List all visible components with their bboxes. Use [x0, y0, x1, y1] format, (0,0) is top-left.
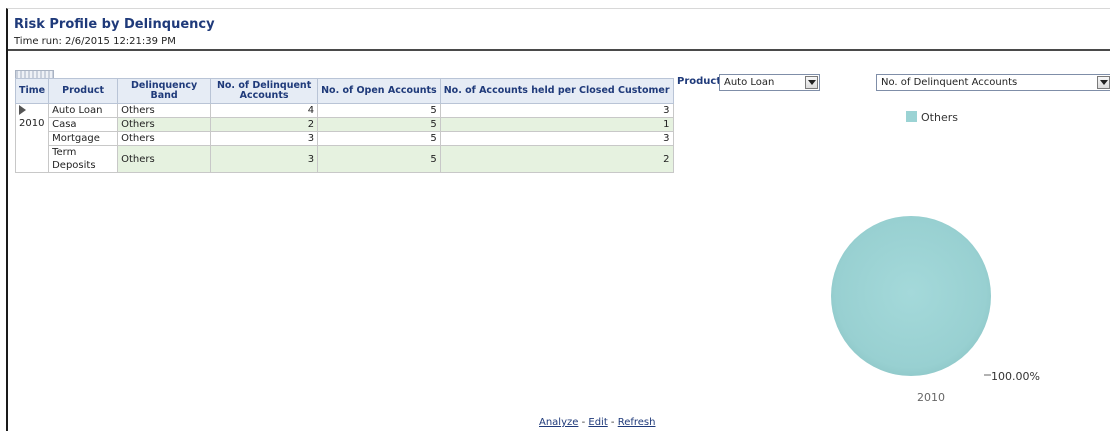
- table-tab-handle[interactable]: [15, 70, 54, 78]
- pivot-table: Time Product Delinquency Band No. of Del…: [14, 78, 674, 173]
- open-cell: 5: [317, 117, 441, 132]
- pie-x-label: 2010: [917, 391, 945, 404]
- product-select-value: Auto Loan: [724, 77, 775, 88]
- delinquent-cell: 3: [210, 131, 319, 146]
- delinquent-cell: 3: [210, 145, 319, 173]
- pie-slice[interactable]: [831, 216, 991, 376]
- table-header-row: Time Product Delinquency Band No. of Del…: [14, 78, 674, 104]
- product-cell: Auto Loan: [48, 103, 119, 118]
- band-cell: Others: [117, 117, 212, 132]
- table-row: Casa Others 2 5 1: [16, 117, 674, 132]
- header-time[interactable]: Time: [14, 78, 50, 104]
- table-row: Mortgage Others 3 5 3: [16, 131, 674, 146]
- product-cell: Casa: [48, 117, 119, 132]
- year-cell: 2010: [19, 118, 45, 129]
- band-cell: Others: [117, 131, 212, 146]
- closed-cell: 3: [439, 103, 674, 118]
- measure-select[interactable]: No. of Delinquent Accounts: [876, 74, 1110, 91]
- closed-cell: 2: [439, 145, 674, 173]
- title-divider: [8, 49, 1110, 51]
- edit-link[interactable]: Edit: [588, 417, 607, 428]
- legend-label: Others: [921, 111, 958, 124]
- open-cell: 5: [317, 131, 441, 146]
- open-cell: 5: [317, 145, 441, 173]
- header-accounts-per-closed-customer[interactable]: No. of Accounts held per Closed Customer: [439, 78, 674, 104]
- header-delinquency-band[interactable]: Delinquency Band: [117, 78, 212, 104]
- band-cell: Others: [117, 103, 212, 118]
- chevron-down-icon[interactable]: [1097, 76, 1110, 89]
- footer-separator: -: [607, 417, 618, 428]
- chevron-down-icon[interactable]: [805, 76, 818, 89]
- product-filter-label: Product: [677, 76, 722, 87]
- closed-cell: 3: [439, 131, 674, 146]
- product-select[interactable]: Auto Loan: [719, 74, 820, 91]
- time-run: Time run: 2/6/2015 12:21:39 PM: [14, 36, 176, 47]
- footer-separator: -: [578, 417, 589, 428]
- measure-select-value: No. of Delinquent Accounts: [881, 77, 1018, 88]
- report-footer-links: Analyze - Edit - Refresh: [539, 417, 655, 428]
- product-cell: Mortgage: [48, 131, 119, 146]
- chart-legend: Others: [906, 111, 958, 124]
- analyze-link[interactable]: Analyze: [539, 417, 578, 428]
- expand-triangle-icon[interactable]: [19, 105, 26, 115]
- header-delinquent-accounts[interactable]: No. of Delinquent Accounts: [210, 78, 319, 104]
- product-cell: Term Deposits: [48, 145, 119, 173]
- pie-slice-label: 100.00%: [991, 370, 1040, 383]
- table-row: Term Deposits Others 3 5 2: [16, 145, 674, 173]
- report-title: Risk Profile by Delinquency: [14, 17, 215, 32]
- time-cell: 2010: [14, 103, 50, 173]
- pie-chart: [831, 216, 991, 376]
- delinquent-cell: 2: [210, 117, 319, 132]
- closed-cell: 1: [439, 117, 674, 132]
- table-row: 2010 Auto Loan Others 4 5 3: [14, 103, 674, 173]
- legend-swatch: [906, 111, 917, 122]
- band-cell: Others: [117, 145, 212, 173]
- delinquent-cell: 4: [210, 103, 319, 118]
- open-cell: 5: [317, 103, 441, 118]
- refresh-link[interactable]: Refresh: [618, 417, 656, 428]
- header-open-accounts[interactable]: No. of Open Accounts: [317, 78, 441, 104]
- header-product[interactable]: Product: [48, 78, 119, 104]
